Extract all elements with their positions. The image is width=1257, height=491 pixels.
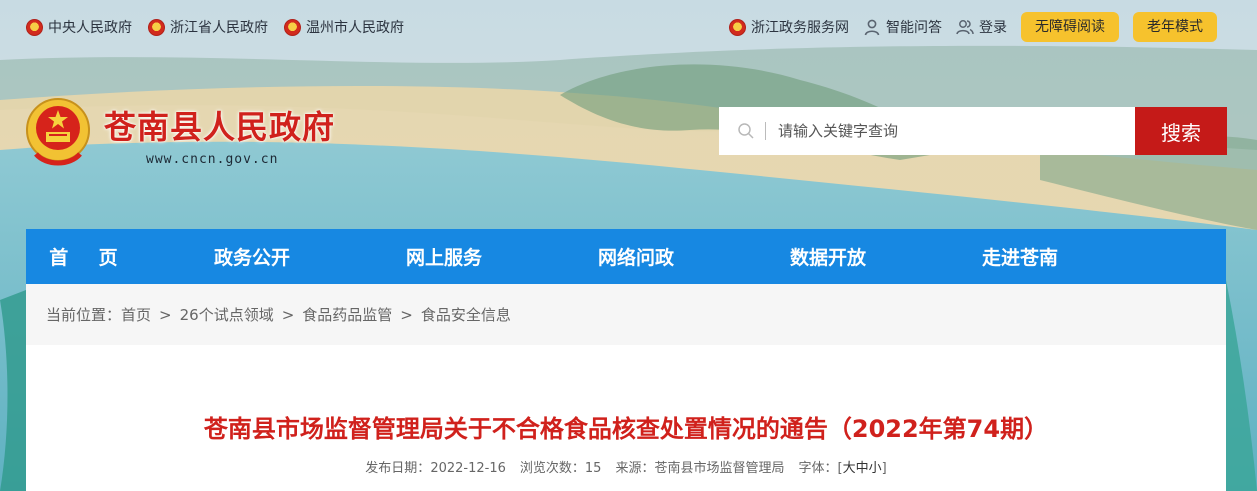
breadcrumb-separator: > <box>400 305 413 324</box>
search-box <box>719 107 1135 155</box>
source-label: 来源： <box>615 461 655 476</box>
accessible-reading-button[interactable]: 无障碍阅读 <box>1021 12 1119 42</box>
site-title: 苍南县人民政府 <box>104 108 336 146</box>
site-url: www.cncn.gov.cn <box>146 152 279 167</box>
breadcrumb-item-home[interactable]: 首页 <box>121 304 151 325</box>
search-bar: 搜索 <box>719 107 1227 155</box>
nav-item-online-inquiry[interactable]: 网络问政 <box>540 243 732 270</box>
nav-item-gov-affairs[interactable]: 政务公开 <box>156 243 348 270</box>
gov-links: 中央人民政府 浙江省人民政府 温州市人民政府 <box>26 17 404 37</box>
elder-mode-button[interactable]: 老年模式 <box>1133 12 1217 42</box>
link-smart-qa[interactable]: 智能问答 <box>863 17 942 37</box>
nav-item-about-cangnan[interactable]: 走进苍南 <box>924 243 1116 270</box>
search-icon <box>738 123 754 139</box>
link-login[interactable]: 登录 <box>956 17 1007 37</box>
breadcrumb-prefix: 当前位置： <box>46 306 122 324</box>
main-nav: 首页 政务公开 网上服务 网络问政 数据开放 走进苍南 <box>26 229 1226 284</box>
national-emblem-icon <box>284 18 301 36</box>
link-zhejiang-gov[interactable]: 浙江省人民政府 <box>148 17 268 37</box>
national-emblem-icon <box>729 18 746 36</box>
content-panel: 当前位置： 首页 > 26个试点领域 > 食品药品监管 > 食品安全信息 苍南县… <box>26 284 1226 491</box>
users-icon <box>956 20 974 35</box>
link-label: 浙江省人民政府 <box>170 20 268 36</box>
link-label: 智能问答 <box>886 20 942 36</box>
breadcrumb-item-food-drug[interactable]: 食品药品监管 <box>302 304 392 325</box>
article-meta: 发布日期：2022-12-16 浏览次数：15 来源：苍南县市场监督管理局 字体：[大… <box>26 457 1226 476</box>
article-source: 苍南县市场监督管理局 <box>654 461 785 476</box>
breadcrumb-separator: > <box>281 305 295 324</box>
search-divider <box>765 122 766 140</box>
date-label: 发布日期： <box>365 461 431 476</box>
top-bar: 中央人民政府 浙江省人民政府 温州市人民政府 浙江政务服务网 智能问答 登录 无… <box>0 0 1257 56</box>
breadcrumb-item-pilot-fields[interactable]: 26个试点领域 <box>180 304 274 325</box>
breadcrumb: 当前位置： 首页 > 26个试点领域 > 食品药品监管 > 食品安全信息 <box>26 284 1226 345</box>
search-input[interactable] <box>778 122 1078 140</box>
person-icon <box>864 19 880 36</box>
link-service-network[interactable]: 浙江政务服务网 <box>729 17 849 37</box>
link-label: 中央人民政府 <box>48 20 132 36</box>
breadcrumb-item-food-safety[interactable]: 食品安全信息 <box>421 304 511 325</box>
link-label: 登录 <box>979 20 1007 36</box>
site-logo[interactable]: 苍南县人民政府 www.cncn.gov.cn <box>24 96 335 168</box>
views-label: 浏览次数： <box>519 461 585 476</box>
national-emblem-icon <box>148 18 165 36</box>
publish-date: 2022-12-16 <box>430 461 506 476</box>
font-size-label: 字体： <box>798 461 838 476</box>
nav-item-home[interactable]: 首页 <box>26 243 156 270</box>
national-emblem-icon <box>26 18 43 36</box>
font-size-small[interactable]: 小 <box>869 461 882 476</box>
search-button[interactable]: 搜索 <box>1135 107 1227 155</box>
link-label: 浙江政务服务网 <box>751 20 849 36</box>
font-size-large[interactable]: 大 <box>843 461 856 476</box>
bracket-close: ] <box>881 461 887 476</box>
link-wenzhou-gov[interactable]: 温州市人民政府 <box>284 17 404 37</box>
breadcrumb-separator: > <box>159 305 172 324</box>
nav-item-online-service[interactable]: 网上服务 <box>348 243 540 270</box>
view-count: 15 <box>584 461 602 476</box>
link-label: 温州市人民政府 <box>306 20 404 36</box>
national-emblem-icon <box>26 98 90 166</box>
nav-item-open-data[interactable]: 数据开放 <box>732 243 924 270</box>
article-title: 苍南县市场监督管理局关于不合格食品核查处置情况的通告（2022年第74期） <box>203 415 1049 443</box>
link-central-gov[interactable]: 中央人民政府 <box>26 17 132 37</box>
utility-links: 浙江政务服务网 智能问答 登录 无障碍阅读 老年模式 <box>729 12 1217 42</box>
font-size-medium[interactable]: 中 <box>856 461 869 476</box>
